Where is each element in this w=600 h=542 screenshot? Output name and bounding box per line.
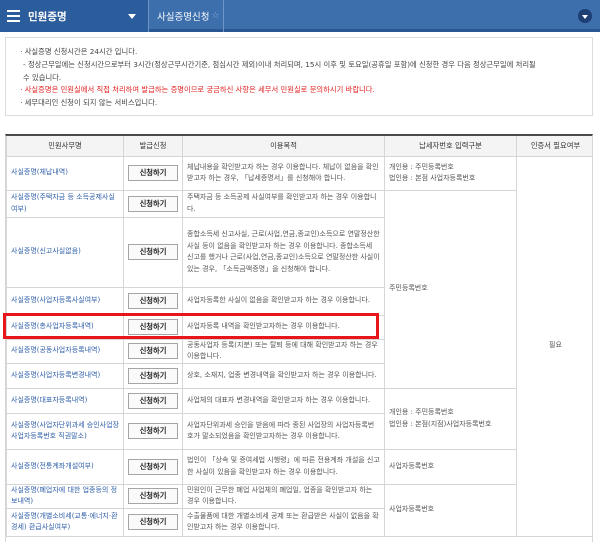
chevron-down-icon — [582, 14, 588, 19]
header-service-name: 민원사무명 — [6, 136, 124, 157]
notice-line: ㆍ사실증명 신청시간은 24시간 입니다. — [18, 47, 138, 56]
input-type-cell: 사업자등록번호 — [384, 483, 517, 537]
purpose-text: 사업자단위과세 승인을 받음에 따라 종된 사업장의 사업자등록번호가 말소되었… — [182, 412, 385, 450]
purpose-text: 공동사업자 등록(지분) 또는 탈퇴 등에 대해 확인받고자 하는 경우 이용합… — [182, 338, 385, 364]
expand-menu-button[interactable] — [578, 9, 592, 23]
service-link[interactable]: 사실증명(사업자단위과세 승인사업장사업자등록번호 직권말소) — [6, 412, 124, 450]
header-input-type: 납세자번호 입력구분 — [384, 136, 517, 157]
service-link[interactable]: 사실증명(신고사실없음) — [6, 216, 124, 288]
breadcrumb[interactable]: 사실증명신청 ☆ — [148, 0, 224, 32]
service-link[interactable]: 사실증명(개별소비세(교통·에너지·환경세) 환급사실여부) — [6, 507, 124, 537]
purpose-text: 법인이 「상속 및 증여세법 시행령」에 따른 전용계좌 개설을 신고한 사실이… — [182, 448, 385, 485]
apply-button[interactable]: 신청하기 — [128, 458, 178, 475]
service-link[interactable]: 사실증명(사업자등록사실여부) — [6, 286, 124, 316]
purpose-text: 주택자금 등 소득공제 사실여부를 확인받고자 하는 경우 이용합니다. — [182, 189, 385, 218]
purpose-text: 수출물품에 대한 개별소비세 공제 또는 환급받은 사실이 없음을 확인받고자 … — [182, 507, 385, 537]
header-apply: 발급신청 — [123, 136, 183, 157]
service-link[interactable]: 사실증명(폐업자에 대한 업종등의 정보내역) — [6, 483, 124, 509]
service-link[interactable]: 사실증명(공동사업자등록내역) — [6, 338, 124, 364]
apply-button[interactable]: 신청하기 — [128, 244, 178, 260]
caret-down-icon — [128, 13, 136, 19]
apply-button[interactable]: 신청하기 — [128, 165, 178, 181]
apply-button[interactable]: 신청하기 — [128, 392, 178, 409]
purpose-text: 체납내용을 확인받고자 하는 경우 이용합니다. 체납이 없음을 확인받고자 하… — [182, 155, 385, 191]
input-type-cell: 개인용 : 주민등록번호 법인용 : 본점(지점)사업자등록번호 — [384, 387, 517, 450]
breadcrumb-label: 사실증명신청 — [157, 12, 210, 23]
hamburger-icon — [7, 10, 20, 22]
service-link[interactable]: 사실증명(전통계좌개설여부) — [6, 448, 124, 485]
notice-warning: ㆍ사실증명은 민원실에서 직접 처리하여 발급하는 증명이므로 궁금하신 사항은… — [18, 85, 375, 95]
highlight-box — [3, 313, 379, 339]
apply-button[interactable]: 신청하기 — [128, 423, 178, 439]
top-navigation-bar: 민원증명 사실증명신청 ☆ — [0, 0, 600, 32]
main-menu-dropdown[interactable]: 민원증명 — [0, 0, 148, 32]
purpose-text: 상호, 소재지, 업종 변경내역을 확인받고자 하는 경우 이용합니다. — [182, 362, 385, 389]
favorite-star-icon[interactable]: ☆ — [211, 11, 219, 21]
input-type-cell: 주민등록번호 — [384, 189, 517, 389]
purpose-text: 사업체의 대표자 변경내역을 확인받고자 하는 경우 이용합니다. — [182, 387, 385, 414]
input-type-cell: 개인용 : 주민등록번호 법인용 : 본점 사업자등록번호 — [384, 155, 517, 191]
input-type-cell: 사업자등록번호 — [384, 448, 517, 485]
notice-line: ㆍ세무대리인 신청이 되지 않는 서비스입니다. — [18, 98, 158, 108]
notice-line: 수 있습니다. — [23, 72, 62, 82]
service-link[interactable]: 사실증명(사업자등록변경내역) — [6, 362, 124, 389]
apply-button[interactable]: 신청하기 — [128, 488, 178, 504]
purpose-text: 종합소득세 신고사실, 근로(사업,연금,종교인)소득으로 연말정산한 사실 등… — [182, 216, 385, 288]
apply-button[interactable]: 신청하기 — [128, 195, 178, 212]
header-purpose: 이용목적 — [182, 136, 385, 157]
apply-button[interactable]: 신청하기 — [128, 367, 178, 384]
service-link[interactable]: 사실증명(주택자금 등 소득공제사실여부) — [6, 189, 124, 218]
apply-button[interactable]: 신청하기 — [128, 343, 178, 359]
purpose-text: 민원인이 근무한 폐업 사업체의 폐업일, 업종을 확인받고자 하는 경우 이용… — [182, 483, 385, 509]
notice-box: ㆍ사실증명 신청시간은 24시간 입니다. - 정상근무일에는 신청시간으로부터… — [5, 37, 593, 116]
header-cert-required: 인증서 필요여부 — [516, 136, 592, 157]
apply-button[interactable]: 신청하기 — [128, 293, 178, 309]
purpose-text: 사업자등록한 사실이 없음을 확인받고자 하는 경우 이용합니다. — [182, 286, 385, 316]
service-link[interactable]: 사실증명(체납내역) — [6, 155, 124, 191]
service-link[interactable]: 사실증명(대표자등록내역) — [6, 387, 124, 414]
apply-button[interactable]: 신청하기 — [128, 514, 178, 530]
cert-required-cell: 필요 — [516, 155, 592, 537]
menu-title: 민원증명 — [28, 10, 67, 23]
notice-line: - 정상근무일에는 신청시간으로부터 3시간(정상근무시간기준, 점심시간 제외… — [23, 59, 536, 69]
